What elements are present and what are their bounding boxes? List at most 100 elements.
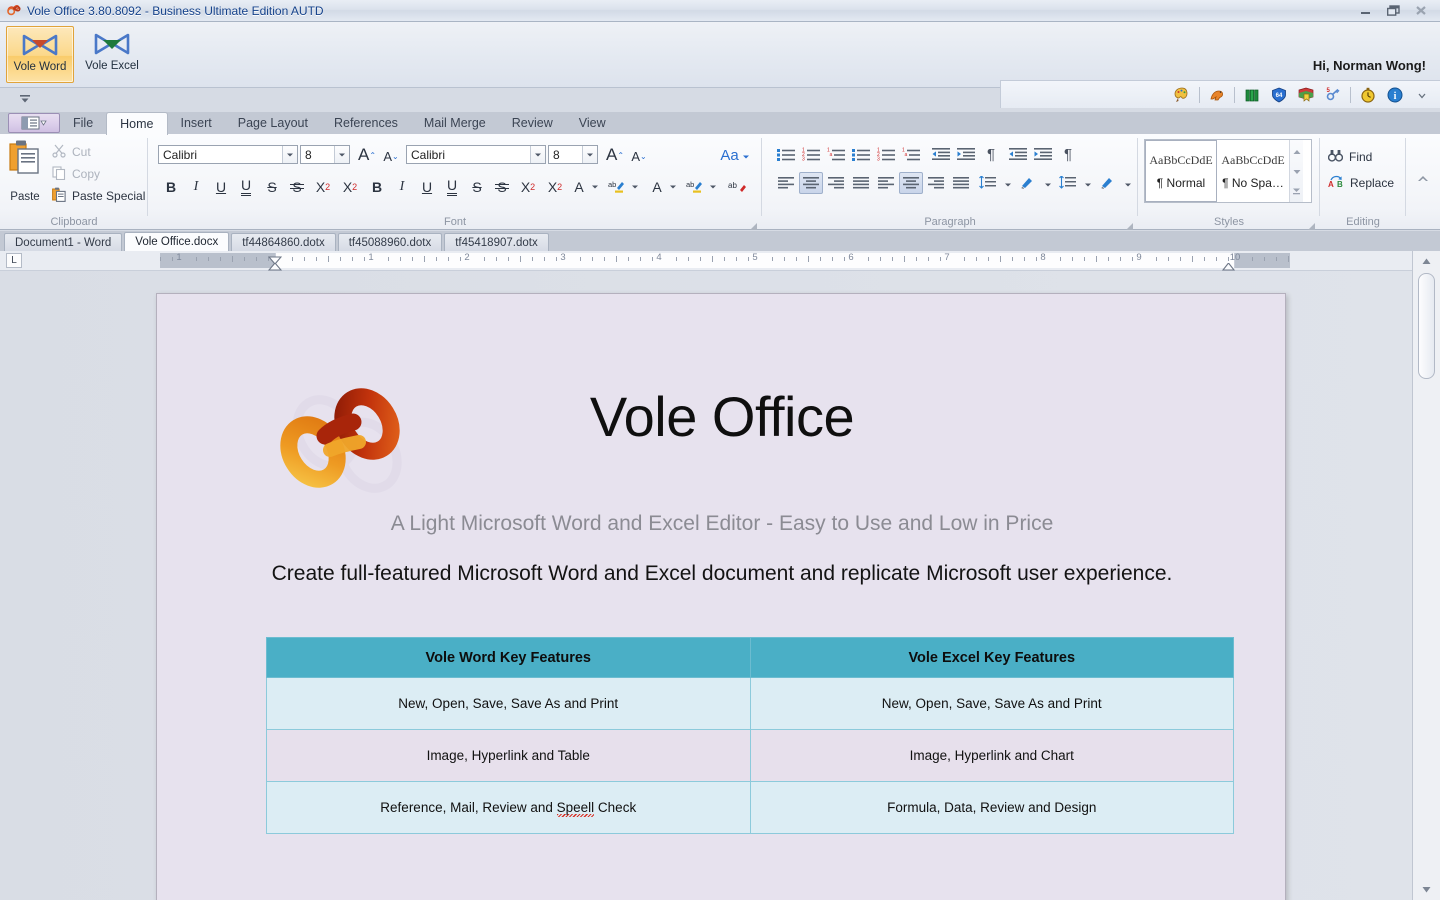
justify-button[interactable] xyxy=(849,172,873,194)
chevron-down-icon[interactable] xyxy=(706,178,720,196)
find-button[interactable]: Find xyxy=(1327,146,1372,168)
key-icon[interactable]: 5 xyxy=(1323,85,1343,105)
document-canvas[interactable]: Vole Office A Light Microsoft Word and E… xyxy=(0,271,1412,900)
align-left-button[interactable] xyxy=(774,172,798,194)
double-underline-asian-button[interactable]: U xyxy=(441,176,463,198)
collapse-ribbon-arrow-icon[interactable] xyxy=(16,92,34,106)
bullet-list-button[interactable] xyxy=(774,143,798,165)
tab-home[interactable]: Home xyxy=(106,112,168,135)
styles-dialog-launcher[interactable] xyxy=(1307,218,1316,230)
scroll-down-arrow-icon[interactable] xyxy=(1293,162,1301,180)
italic-button[interactable]: I xyxy=(185,176,207,198)
doc-tab-tf45418907[interactable]: tf45418907.dotx xyxy=(444,233,549,251)
app-button-vole-excel[interactable]: Vole Excel xyxy=(78,26,146,83)
document-page[interactable]: Vole Office A Light Microsoft Word and E… xyxy=(156,293,1286,900)
align-right-button[interactable] xyxy=(824,172,848,194)
styles-gallery[interactable]: AaBbCcDdE ¶ Normal AaBbCcDdE ¶ No Spa… xyxy=(1144,139,1312,203)
align-right-asian-button[interactable] xyxy=(924,172,948,194)
tab-insert[interactable]: Insert xyxy=(168,112,225,134)
chevron-down-icon[interactable] xyxy=(282,146,297,163)
align-left-asian-button[interactable] xyxy=(874,172,898,194)
chevron-down-icon[interactable] xyxy=(628,178,642,196)
styles-scrollbar[interactable] xyxy=(1289,140,1303,202)
subscript-asian-button[interactable]: X2 xyxy=(543,176,567,198)
restore-icon[interactable] xyxy=(1380,3,1406,19)
multilevel-list-asian-button[interactable]: 1 a xyxy=(899,143,923,165)
books-icon[interactable] xyxy=(1242,85,1262,105)
chevron-down-icon[interactable] xyxy=(582,146,597,163)
double-strikethrough-asian-button[interactable]: S xyxy=(491,176,513,198)
font-color-button[interactable]: A xyxy=(570,176,588,198)
chevron-down-icon[interactable] xyxy=(588,178,602,196)
paragraph-dialog-launcher[interactable] xyxy=(1125,218,1134,230)
numbered-list-asian-button[interactable]: 1 2 3 xyxy=(874,143,898,165)
palette-icon[interactable] xyxy=(1172,85,1192,105)
close-icon[interactable] xyxy=(1408,3,1434,19)
change-case-button[interactable]: Aa xyxy=(718,144,752,166)
italic-asian-button[interactable]: I xyxy=(391,176,413,198)
chevron-down-icon[interactable] xyxy=(666,178,680,196)
style-item-no-spacing[interactable]: AaBbCcDdE ¶ No Spa… xyxy=(1217,140,1289,202)
chevron-down-icon[interactable] xyxy=(1412,85,1432,105)
tab-references[interactable]: References xyxy=(321,112,411,134)
underline-button[interactable]: U xyxy=(210,176,232,198)
paste-button[interactable]: Paste xyxy=(6,139,44,205)
minimize-icon[interactable] xyxy=(1352,3,1378,19)
asian-font-combo[interactable]: Calibri xyxy=(406,145,546,164)
latin-font-combo[interactable]: Calibri xyxy=(158,145,298,164)
map-pin-icon[interactable] xyxy=(1296,85,1316,105)
tab-review[interactable]: Review xyxy=(499,112,566,134)
replace-button[interactable]: A B Replace xyxy=(1328,172,1394,194)
strikethrough-asian-button[interactable]: S xyxy=(466,176,488,198)
chevron-down-icon[interactable] xyxy=(334,146,349,163)
copy-button[interactable]: Copy xyxy=(52,164,100,184)
font-color-asian-button[interactable]: A xyxy=(648,176,666,198)
justify-asian-button[interactable] xyxy=(949,172,973,194)
shrink-font-button[interactable]: A ⌄ xyxy=(380,146,402,166)
ribbon-display-options-icon[interactable] xyxy=(8,113,60,133)
bullet-list-asian-button[interactable] xyxy=(849,143,873,165)
chevron-down-icon[interactable] xyxy=(530,146,545,163)
tab-selector-button[interactable]: L xyxy=(6,253,22,268)
latin-size-combo[interactable]: 8 xyxy=(300,145,350,164)
horizontal-ruler[interactable]: L 1 1 2 3 4 5 6 7 8 9 10 xyxy=(0,251,1440,279)
text-highlight-asian-button[interactable]: ab xyxy=(684,176,706,198)
show-formatting-marks-button[interactable]: ¶ xyxy=(979,143,1003,165)
cut-button[interactable]: Cut xyxy=(52,142,91,162)
styles-more-icon[interactable] xyxy=(1292,182,1301,200)
doc-tab-tf45088960[interactable]: tf45088960.dotx xyxy=(337,233,443,251)
increase-indent-asian-button[interactable] xyxy=(1031,143,1055,165)
align-center-button[interactable] xyxy=(799,172,823,194)
tab-view[interactable]: View xyxy=(566,112,619,134)
info-icon[interactable]: i xyxy=(1385,85,1405,105)
font-dialog-launcher[interactable] xyxy=(749,218,758,230)
bold-button[interactable]: B xyxy=(160,176,182,198)
asian-size-combo[interactable]: 8 xyxy=(548,145,598,164)
show-formatting-marks-asian-button[interactable]: ¶ xyxy=(1056,143,1080,165)
multilevel-list-button[interactable]: 1 a xyxy=(824,143,848,165)
align-center-asian-button[interactable] xyxy=(899,172,923,194)
superscript-button[interactable]: X2 xyxy=(311,176,335,198)
subscript-button[interactable]: X2 xyxy=(338,176,362,198)
chevron-up-icon[interactable] xyxy=(1412,168,1434,190)
clear-formatting-button[interactable]: ab xyxy=(726,176,750,198)
paste-special-button[interactable]: Paste Special xyxy=(52,186,145,206)
decrease-indent-asian-button[interactable] xyxy=(1006,143,1030,165)
scroll-down-arrow-icon[interactable] xyxy=(1417,881,1436,898)
text-highlight-button[interactable]: ab xyxy=(606,176,628,198)
style-item-normal[interactable]: AaBbCcDdE ¶ Normal xyxy=(1145,140,1217,202)
app-button-vole-word[interactable]: Vole Word xyxy=(6,26,74,83)
dinosaur-icon[interactable] xyxy=(1207,85,1227,105)
shield-64-icon[interactable]: 64 xyxy=(1269,85,1289,105)
doc-tab-tf44864860[interactable]: tf44864860.dotx xyxy=(231,233,336,251)
tab-mail-merge[interactable]: Mail Merge xyxy=(411,112,499,134)
shrink-font-asian-button[interactable]: A ⌄ xyxy=(628,146,650,166)
numbered-list-button[interactable]: 1 2 3 xyxy=(799,143,823,165)
tab-page-layout[interactable]: Page Layout xyxy=(225,112,321,134)
double-underline-button[interactable]: U xyxy=(235,176,257,198)
scroll-up-arrow-icon[interactable] xyxy=(1293,142,1301,160)
stopwatch-icon[interactable] xyxy=(1358,85,1378,105)
doc-tab-vole-office[interactable]: Vole Office.docx xyxy=(124,232,230,251)
doc-tab-document1[interactable]: Document1 - Word xyxy=(4,233,123,251)
scrollbar-thumb[interactable] xyxy=(1418,273,1435,379)
